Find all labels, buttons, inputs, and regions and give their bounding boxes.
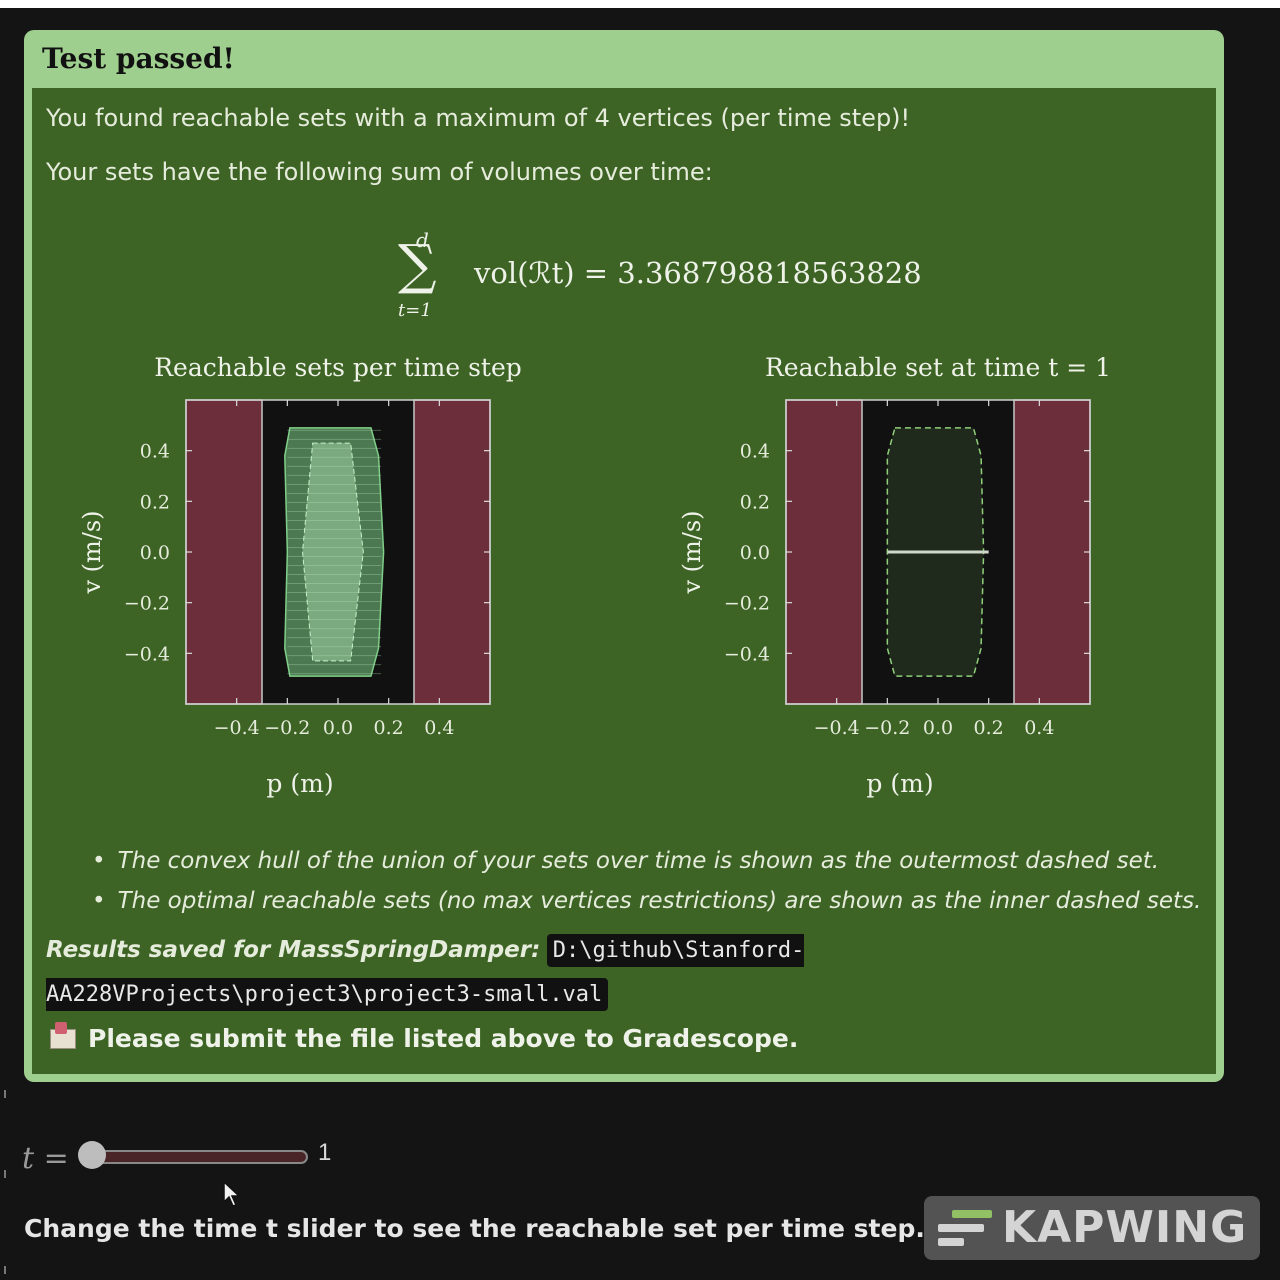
time-slider-row: t = 1 — [22, 1135, 622, 1176]
volume-message: Your sets have the following sum of volu… — [46, 158, 713, 186]
unsafe-region — [785, 399, 863, 705]
vertices-message: You found reachable sets with a maximum … — [46, 104, 911, 132]
x-tick-label: 0.2 — [374, 717, 404, 739]
x-tick-label: 0.0 — [323, 717, 353, 739]
test-result-admonition: Test passed! You found reachable sets wi… — [24, 30, 1224, 1082]
y-tick-label: −0.2 — [724, 593, 770, 615]
chart-title: Reachable set at time t = 1 — [765, 353, 1111, 382]
volume-formula: d ∑ t=1 vol(ℛt) = 3.368798818563828 — [392, 228, 952, 348]
results-label: Results saved for MassSpringDamper: — [46, 937, 541, 963]
cell-margin-marks — [4, 1090, 6, 1274]
slider-value: 1 — [318, 1139, 332, 1166]
y-axis-label: v (m/s) — [678, 510, 706, 594]
y-tick-label: 0.0 — [740, 542, 770, 564]
unsafe-region — [413, 399, 491, 705]
reachable-set-inner — [302, 442, 364, 662]
slider-label: t = — [22, 1141, 69, 1176]
y-tick-label: −0.2 — [124, 593, 170, 615]
submit-instruction: Please submit the file listed above to G… — [50, 1021, 799, 1053]
top-strip — [0, 0, 1280, 8]
time-slider-thumb[interactable] — [78, 1141, 106, 1169]
notes-list: The convex hull of the union of your set… — [92, 848, 1202, 928]
list-item: The convex hull of the union of your set… — [92, 848, 1201, 874]
mouse-cursor-icon — [223, 1180, 241, 1207]
kapwing-logo-icon — [938, 1210, 992, 1246]
chart-reachable-sets-per-step: Reachable sets per time step−0.4 −0.2 0.0 0… — [78, 353, 522, 798]
y-tick-label: 0.4 — [140, 441, 170, 463]
x-tick-label: 0.4 — [1024, 717, 1054, 739]
sum-lower-limit: t=1 — [398, 300, 432, 321]
x-axis-label: p (m) — [266, 769, 333, 798]
y-tick-label: 0.2 — [140, 491, 170, 513]
x-tick-label: −0.4 — [214, 717, 260, 739]
x-tick-label: −0.2 — [264, 717, 310, 739]
results-saved: Results saved for MassSpringDamper: D:\g… — [46, 928, 946, 1016]
x-tick-label: 0.2 — [974, 717, 1004, 739]
submit-text: Please submit the file listed above to G… — [88, 1024, 799, 1053]
admonition-title: Test passed! — [42, 42, 235, 75]
y-axis-label: v (m/s) — [78, 510, 106, 594]
unsafe-region — [185, 399, 263, 705]
formula-expression: vol(ℛt) = 3.368798818563828 — [474, 256, 922, 290]
kapwing-watermark: KAPWING — [924, 1196, 1260, 1260]
y-tick-label: 0.4 — [740, 441, 770, 463]
x-tick-label: −0.2 — [864, 717, 910, 739]
y-tick-label: −0.4 — [124, 643, 170, 665]
sum-symbol: ∑ — [398, 233, 437, 296]
unsafe-region — [1013, 399, 1091, 705]
time-slider-track[interactable] — [88, 1150, 308, 1164]
admonition-body: You found reachable sets with a maximum … — [32, 88, 1216, 1074]
slider-instruction: Change the time t slider to see the reac… — [24, 1214, 925, 1243]
x-tick-label: 0.0 — [923, 717, 953, 739]
x-tick-label: −0.4 — [814, 717, 860, 739]
outbox-icon — [50, 1021, 76, 1049]
watermark-text: KAPWING — [1002, 1202, 1248, 1253]
x-tick-label: 0.4 — [424, 717, 454, 739]
y-tick-label: −0.4 — [724, 643, 770, 665]
list-item: The optimal reachable sets (no max verti… — [92, 888, 1202, 914]
chart-title: Reachable sets per time step — [154, 353, 522, 382]
x-axis-label: p (m) — [866, 769, 933, 798]
y-tick-label: 0.0 — [140, 542, 170, 564]
chart-reachable-set-at-t: Reachable set at time t = 1−0.4 −0.2 0.0 0.… — [678, 353, 1111, 798]
y-tick-label: 0.2 — [740, 491, 770, 513]
